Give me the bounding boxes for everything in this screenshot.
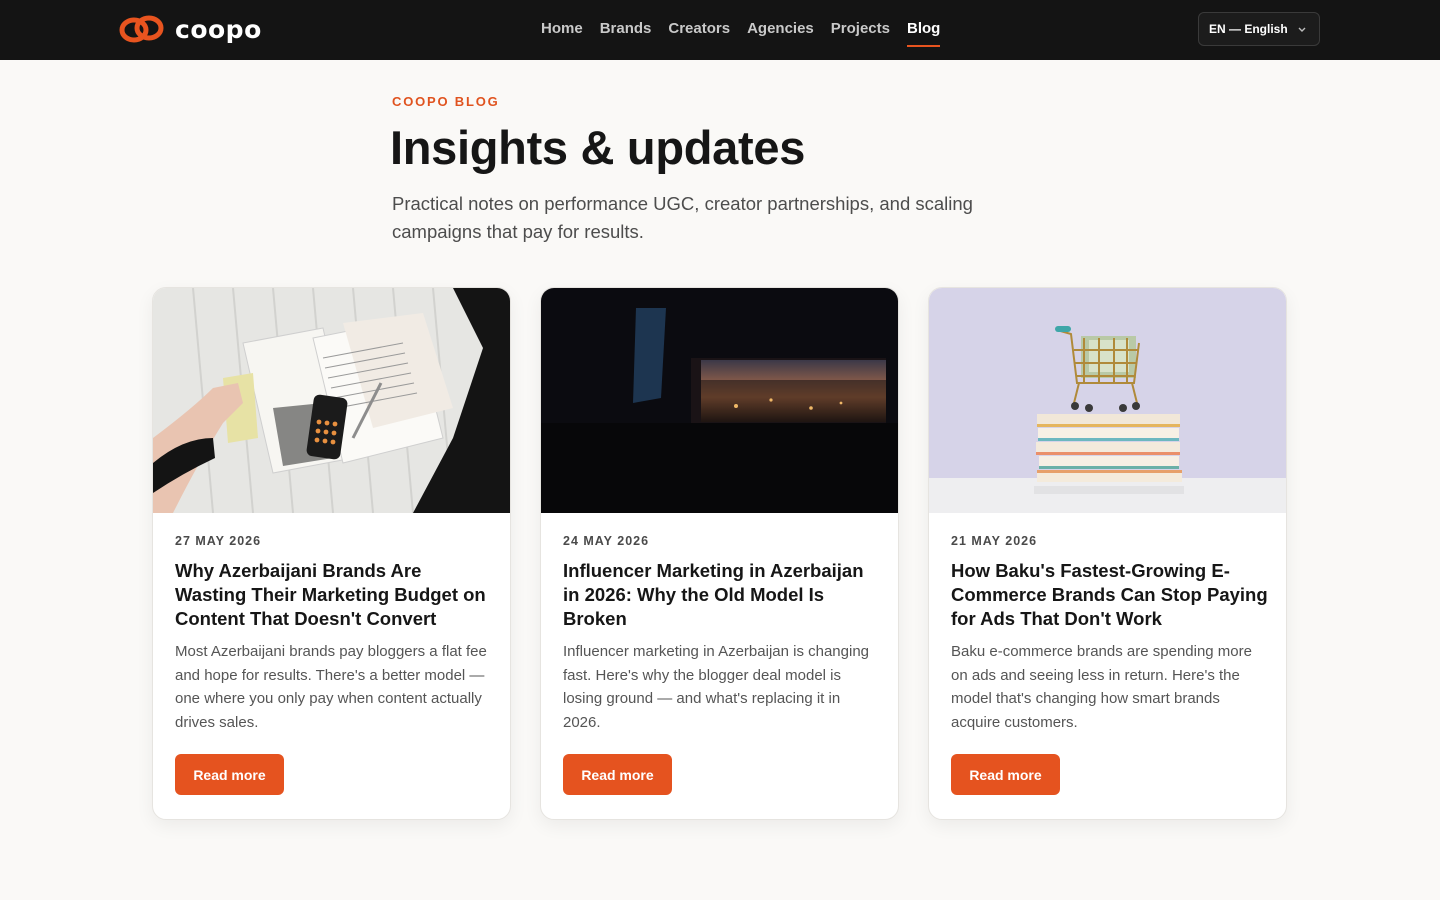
coopo-logo-icon <box>119 15 164 43</box>
top-navbar: coopo Home Brands Creators Agencies Proj… <box>0 0 1440 60</box>
shopping-cart-photo <box>929 288 1286 513</box>
page-title: Insights & updates <box>390 121 806 174</box>
brand-name: coopo <box>175 14 262 44</box>
nav-home[interactable]: Home <box>541 0 583 60</box>
read-more-button[interactable]: Read more <box>175 754 284 795</box>
card-excerpt: Baku e-commerce brands are spending more… <box>951 643 1252 732</box>
read-more-button[interactable]: Read more <box>951 754 1060 795</box>
card-image-city-window[interactable] <box>541 288 898 513</box>
nav-creators[interactable]: Creators <box>668 0 730 60</box>
language-select-value: EN — English <box>1209 22 1288 36</box>
card-excerpt: Most Azerbaijani brands pay bloggers a f… <box>175 643 487 732</box>
nav-agencies[interactable]: Agencies <box>747 0 814 60</box>
card-title[interactable]: Why Azerbaijani Brands Are Wasting Their… <box>175 559 495 631</box>
main-nav: Home Brands Creators Agencies Projects B… <box>541 0 957 60</box>
blog-card: 21 MAY 2026 How Baku's Fastest-Growing E… <box>928 287 1287 820</box>
chevron-down-icon <box>1298 27 1306 32</box>
blog-card: 27 MAY 2026 Why Azerbaijani Brands Are W… <box>152 287 511 820</box>
city-window-photo <box>541 288 898 513</box>
blog-card: 24 MAY 2026 Influencer Marketing in Azer… <box>540 287 899 820</box>
card-image-paperwork[interactable] <box>153 288 510 513</box>
card-title[interactable]: Influencer Marketing in Azerbaijan in 20… <box>563 559 883 631</box>
nav-projects[interactable]: Projects <box>831 0 890 60</box>
card-excerpt: Influencer marketing in Azerbaijan is ch… <box>563 643 870 732</box>
nav-brands[interactable]: Brands <box>600 0 652 60</box>
read-more-button[interactable]: Read more <box>563 754 672 795</box>
brand-logo[interactable]: coopo <box>119 13 262 45</box>
card-image-shopping-cart[interactable] <box>929 288 1286 513</box>
card-date: 24 MAY 2026 <box>563 534 650 548</box>
language-select[interactable]: EN — English <box>1198 12 1320 46</box>
paperwork-photo <box>153 288 510 513</box>
blog-eyebrow: COOPO BLOG <box>392 94 500 109</box>
nav-blog[interactable]: Blog <box>906 0 941 60</box>
card-date: 27 MAY 2026 <box>175 534 262 548</box>
card-date: 21 MAY 2026 <box>951 534 1038 548</box>
card-title[interactable]: How Baku's Fastest-Growing E-Commerce Br… <box>951 559 1271 631</box>
page-subtitle: Practical notes on performance UGC, crea… <box>392 193 973 242</box>
